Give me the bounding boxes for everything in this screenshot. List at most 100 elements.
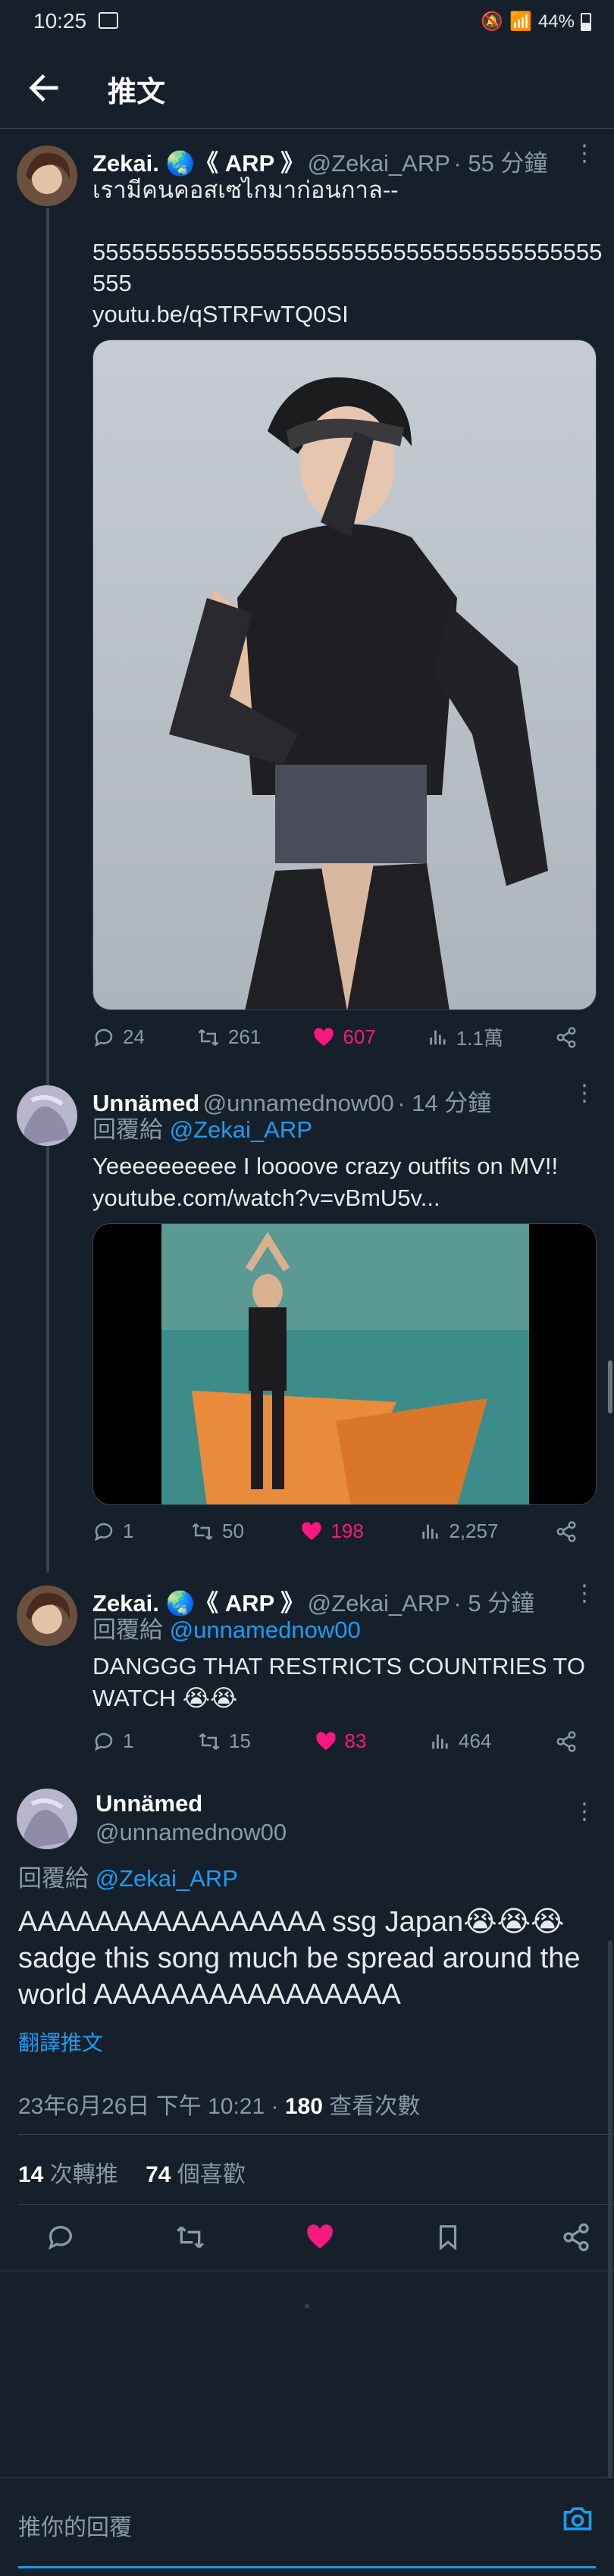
reply-button[interactable]: 24 [92, 1023, 145, 1051]
view-count: 1.1萬 [456, 1027, 503, 1050]
handle[interactable]: @Zekai_ARP [308, 150, 450, 177]
heart-filled-icon [315, 1731, 336, 1750]
avatar-image [17, 1085, 77, 1146]
like-count: 607 [343, 1025, 376, 1048]
retweet-count: 50 [222, 1520, 244, 1542]
reply-count: 1 [123, 1520, 134, 1542]
tweet-time: · 14 分鐘 [397, 1090, 492, 1116]
tweet-text-line: sadge this song much be spread around th… [18, 1942, 581, 1974]
reply-icon [95, 1028, 113, 1047]
handle[interactable]: @unnamednow00 [203, 1090, 394, 1116]
avatar[interactable] [17, 1789, 77, 1849]
like-stat[interactable]: 74 個喜歡 [146, 2162, 246, 2187]
avatar[interactable] [17, 1585, 77, 1646]
share-icon[interactable] [561, 2222, 591, 2252]
like-count: 74 [146, 2162, 171, 2187]
scrollbar-thumb[interactable] [608, 1360, 612, 1413]
divider [18, 2134, 614, 2135]
view-count: 464 [459, 1729, 492, 1752]
share-icon [556, 1026, 576, 1048]
video-thumbnail [161, 1224, 529, 1504]
reply-button[interactable]: 1 [92, 1729, 133, 1753]
tweet[interactable]: Zekai. 🌏《 ARP 》 @Zekai_ARP · 5 分鐘 ⋮ 回覆給 … [0, 1569, 614, 1773]
reply-input-underline [18, 2566, 596, 2568]
reply-to-handle[interactable]: @unnamednow00 [170, 1617, 361, 1643]
display-name[interactable]: Unnämed [96, 1790, 202, 1817]
retweet-icon [192, 1523, 213, 1540]
gallery-icon [99, 12, 118, 29]
engagement-stats: 14 次轉推 74 個喜歡 [18, 2155, 246, 2189]
views-button[interactable]: 2,257 [420, 1520, 498, 1543]
more-icon[interactable]: ⋮ [573, 142, 596, 165]
retweet-icon[interactable] [174, 2222, 206, 2252]
heart-filled-icon [314, 1027, 334, 1046]
like-button[interactable]: 607 [312, 1023, 376, 1051]
avatar[interactable] [17, 1085, 77, 1146]
tweet[interactable]: Unnämed @unnamednow00 · 14 分鐘 ⋮ 回覆給 @Zek… [0, 1069, 614, 1569]
tweet-text-line: 555555555555555555555555555555555555555 [92, 239, 603, 265]
tweet-text-line: เรามีคนคอสเซไกมาก่อนกาล-- [92, 177, 399, 203]
retweet-stat[interactable]: 14 次轉推 [18, 2162, 118, 2187]
tweet-link[interactable]: youtu.be/qSTRFwTQ0SI [92, 299, 349, 330]
back-button[interactable] [23, 67, 65, 109]
camera-icon[interactable] [561, 2502, 594, 2536]
tweet-text-line: 555 [92, 270, 132, 296]
views-button[interactable]: 464 [430, 1729, 491, 1753]
bookmark-icon[interactable] [434, 2222, 462, 2252]
retweet-icon [199, 1732, 220, 1750]
like-count: 83 [344, 1729, 367, 1752]
tweet-text-line: world AAAAAAAAAAAAAAAA [18, 1979, 401, 2011]
share-icon [556, 1520, 576, 1542]
reply-to-handle[interactable]: @Zekai_ARP [96, 1865, 238, 1892]
retweet-icon [198, 1028, 219, 1046]
retweet-button[interactable]: 15 [197, 1729, 251, 1753]
share-button[interactable] [555, 1729, 578, 1753]
display-name[interactable]: Zekai. 🌏《 ARP 》 [92, 1590, 304, 1617]
reply-button[interactable]: 1 [92, 1520, 133, 1543]
reply-icon [95, 1732, 113, 1751]
translate-link[interactable]: 翻譯推文 [18, 2027, 103, 2057]
handle[interactable]: @unnamednow00 [96, 1819, 287, 1846]
handle[interactable]: @Zekai_ARP [308, 1590, 450, 1617]
tweet-meta: 23年6月26日 下午 10:21 · 180 查看次數 [18, 2087, 420, 2121]
share-button[interactable] [555, 1023, 578, 1051]
divider [18, 2204, 614, 2205]
tweet-image[interactable] [92, 340, 597, 1010]
main-action-bar [45, 2222, 591, 2252]
display-name[interactable]: Zekai. 🌏《 ARP 》 [92, 150, 304, 177]
reply-count: 1 [123, 1729, 134, 1752]
more-icon[interactable]: ⋮ [573, 1801, 596, 1823]
action-bar: 1 15 83 464 [92, 1729, 578, 1753]
avatar-image [17, 146, 77, 206]
retweet-button[interactable]: 261 [196, 1023, 261, 1051]
avatar[interactable] [17, 146, 77, 206]
views-button[interactable]: 1.1萬 [428, 1023, 503, 1051]
status-icons: 🔕 📶 44% [481, 11, 591, 33]
like-button[interactable]: 83 [315, 1729, 367, 1753]
retweet-button[interactable]: 50 [190, 1520, 244, 1543]
tweet-video[interactable] [92, 1223, 597, 1505]
retweet-label: 次轉推 [43, 2162, 118, 2187]
tweet-link[interactable]: youtube.com/watch?v=vBmU5v... [92, 1182, 440, 1213]
reply-to-handle[interactable]: @Zekai_ARP [170, 1116, 312, 1143]
views-icon [422, 1524, 438, 1538]
avatar-image [17, 1789, 77, 1849]
heart-filled-icon [302, 1521, 322, 1540]
display-name[interactable]: Unnämed [92, 1090, 199, 1116]
battery-level: 44% [537, 11, 575, 32]
reply-icon[interactable] [45, 2222, 76, 2252]
more-icon[interactable]: ⋮ [573, 1082, 596, 1105]
app-header: 推文 [0, 45, 614, 129]
tweet[interactable]: Zekai. 🌏《 ARP 》 @Zekai_ARP · 55 分鐘 ⋮ เรา… [0, 129, 614, 1069]
retweet-count: 261 [227, 1025, 262, 1048]
share-icon [556, 1730, 576, 1752]
like-button[interactable]: 198 [300, 1520, 364, 1543]
reply-icon [95, 1523, 113, 1541]
more-icon[interactable]: ⋮ [573, 1582, 596, 1605]
heart-filled-icon[interactable] [305, 2222, 335, 2252]
like-count: 198 [330, 1520, 364, 1542]
share-button[interactable] [555, 1520, 578, 1543]
views-icon [430, 1030, 446, 1044]
reply-input[interactable]: 推你的回覆 [18, 2509, 132, 2542]
main-tweet: Unnämed @unnamednow00 ⋮ 回覆給 @Zekai_ARP A… [0, 1773, 614, 2274]
